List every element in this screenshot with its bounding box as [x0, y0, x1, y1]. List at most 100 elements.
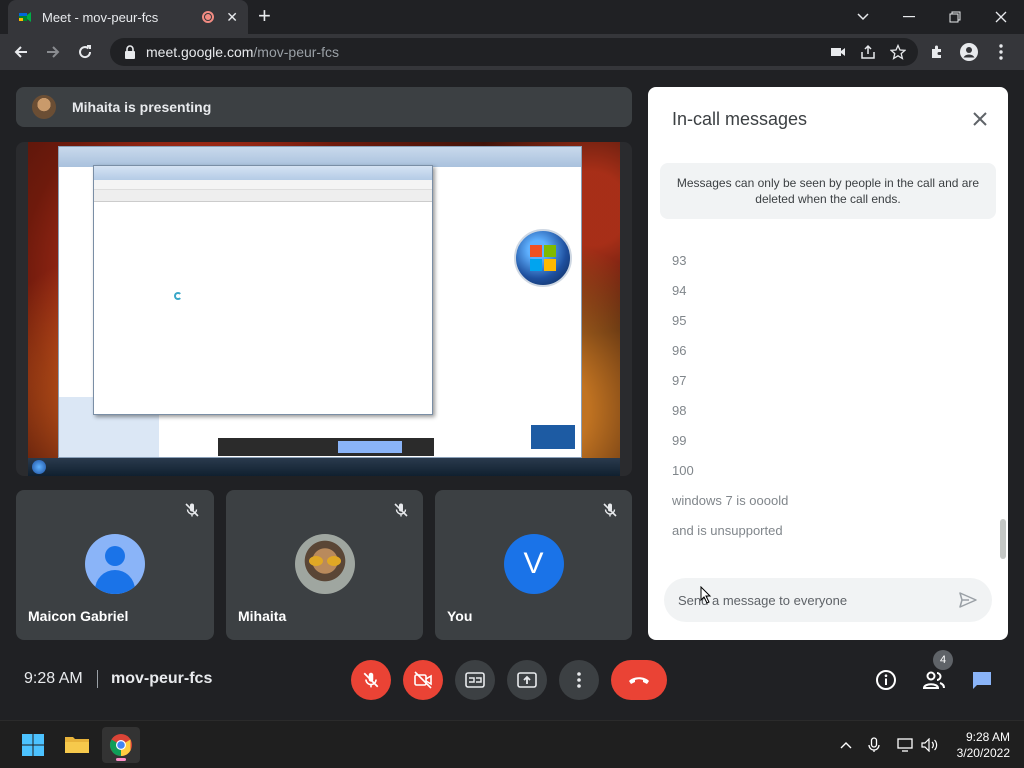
- present-icon: [517, 672, 537, 688]
- meeting-code: mov-peur-fcs: [111, 670, 213, 687]
- system-time: 9:28 AM: [965, 730, 1010, 744]
- forward-icon[interactable]: [40, 39, 66, 65]
- mic-toggle-button[interactable]: [351, 660, 391, 700]
- chat-message: 92: [672, 227, 686, 230]
- chat-message: 96: [672, 343, 687, 358]
- address-bar[interactable]: meet.google.com/mov-peur-fcs: [110, 38, 918, 66]
- participant-name: Maicon Gabriel: [28, 608, 129, 624]
- captions-icon: [465, 672, 485, 688]
- close-window-icon[interactable]: [978, 0, 1024, 34]
- send-icon[interactable]: [958, 590, 978, 610]
- participant-tile[interactable]: Mihaita: [226, 490, 423, 640]
- lock-icon: [125, 45, 135, 59]
- tab-search-icon[interactable]: [840, 0, 886, 34]
- chat-notice: Messages can only be seen by people in t…: [660, 163, 996, 219]
- avatar: V: [503, 534, 564, 594]
- chat-message: windows 7 is oooold: [672, 493, 789, 508]
- profile-avatar-icon[interactable]: [956, 39, 982, 65]
- restore-icon[interactable]: [932, 0, 978, 34]
- participant-tile[interactable]: Maicon Gabriel: [16, 490, 214, 640]
- chat-button[interactable]: [966, 664, 998, 696]
- chat-message: 95: [672, 313, 687, 328]
- extensions-icon[interactable]: [924, 39, 950, 65]
- participant-tile[interactable]: V You: [435, 490, 632, 640]
- system-clock[interactable]: 9:28 AM 3/20/2022: [957, 729, 1010, 761]
- chrome-taskbar-button[interactable]: [102, 727, 140, 763]
- presenter-avatar: [32, 95, 56, 119]
- tab-title: Meet - mov-peur-fcs: [42, 9, 159, 25]
- presenting-banner: Mihaita is presenting: [16, 87, 632, 127]
- win7-start-orb-icon: [32, 460, 46, 474]
- captions-button[interactable]: [455, 660, 495, 700]
- file-explorer-button[interactable]: [58, 727, 96, 763]
- camera-permission-icon[interactable]: [830, 44, 846, 60]
- chat-icon: [973, 672, 991, 689]
- url-host: meet.google.com: [146, 44, 254, 60]
- mic-off-icon: [603, 503, 617, 517]
- chat-panel: In-call messages Messages can only be se…: [648, 87, 1008, 640]
- camera-off-icon: [414, 671, 432, 689]
- share-icon[interactable]: [860, 44, 876, 60]
- volume-icon[interactable]: [920, 735, 940, 755]
- chat-message: 100: [672, 463, 694, 478]
- hang-up-icon: [629, 677, 649, 684]
- reload-icon[interactable]: [72, 39, 98, 65]
- camera-toggle-button[interactable]: [403, 660, 443, 700]
- network-icon[interactable]: [896, 735, 916, 755]
- present-screen-button[interactable]: [507, 660, 547, 700]
- chat-message: 94: [672, 283, 687, 298]
- close-icon[interactable]: [968, 107, 992, 131]
- chat-message: 97: [672, 373, 687, 388]
- mic-off-icon: [363, 672, 379, 688]
- shared-screen[interactable]: [16, 142, 632, 476]
- presenting-text: Mihaita is presenting: [72, 99, 212, 115]
- meeting-details-button[interactable]: [870, 664, 902, 696]
- minimize-icon[interactable]: [886, 0, 932, 34]
- windows-logo-icon: [514, 229, 572, 287]
- message-input-container: [664, 578, 992, 622]
- divider: [97, 670, 98, 688]
- tab-close-icon[interactable]: ✕: [226, 9, 238, 26]
- chat-message: 98: [672, 403, 687, 418]
- meet-favicon-icon: [19, 12, 31, 22]
- windows-start-icon: [22, 734, 44, 756]
- message-list[interactable]: 92 93 94 95 96 97 98 99 100 windows 7 is…: [648, 227, 996, 547]
- start-button[interactable]: [14, 727, 52, 763]
- folder-icon: [65, 737, 89, 753]
- new-tab-icon[interactable]: +: [258, 5, 271, 27]
- participant-name: You: [447, 608, 473, 624]
- microphone-tray-icon[interactable]: [864, 735, 884, 755]
- loading-spinner-icon: [174, 292, 182, 300]
- chat-message: 99: [672, 433, 687, 448]
- leave-call-button[interactable]: [611, 660, 667, 700]
- chat-message: 93: [672, 253, 687, 268]
- shared-device-manager-window: [93, 165, 433, 415]
- avatar: [294, 534, 355, 594]
- recording-indicator-icon: [202, 11, 215, 23]
- mic-off-icon: [185, 503, 199, 517]
- back-icon[interactable]: [8, 39, 34, 65]
- participant-name: Mihaita: [238, 608, 287, 624]
- people-count-badge: 4: [933, 650, 953, 670]
- info-icon: [876, 670, 896, 690]
- chat-scrollbar[interactable]: [1000, 519, 1006, 559]
- chrome-icon: [110, 734, 132, 756]
- shared-win7-taskbar: [28, 458, 620, 476]
- meeting-clock: 9:28 AM: [24, 670, 83, 687]
- shared-desktop-image: [28, 142, 620, 476]
- browser-tab[interactable]: Meet - mov-peur-fcs ✕: [8, 0, 248, 34]
- url-path: /mov-peur-fcs: [253, 44, 339, 60]
- mic-off-icon: [394, 503, 408, 517]
- browser-toolbar: meet.google.com/mov-peur-fcs: [0, 34, 1024, 70]
- shared-sharing-notice-bar: [218, 438, 434, 456]
- chat-message: and is unsupported: [672, 523, 783, 538]
- show-hidden-icons-icon[interactable]: [836, 735, 856, 755]
- avatar: [85, 534, 145, 594]
- bookmark-star-icon[interactable]: [890, 44, 906, 60]
- mouse-cursor-icon: [700, 586, 712, 604]
- more-options-button[interactable]: [559, 660, 599, 700]
- message-input[interactable]: [678, 592, 938, 608]
- shared-control-panel-window: [58, 146, 582, 458]
- browser-menu-icon[interactable]: [988, 39, 1014, 65]
- browser-tab-strip: Meet - mov-peur-fcs ✕ +: [0, 0, 1024, 34]
